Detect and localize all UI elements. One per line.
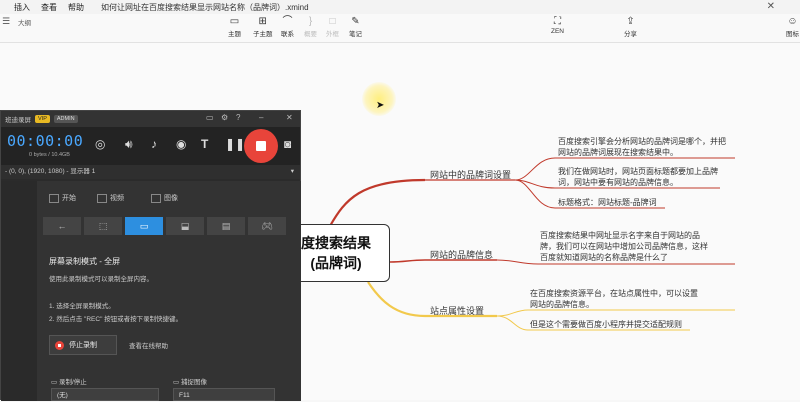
b3-child-1-line-1: 在百度搜索资源平台，在站点属性中，可以设置 <box>530 289 698 298</box>
b3-child-2[interactable]: 但是这个需要做百度小程序并提交适配规则 <box>530 319 682 330</box>
b1-child-2[interactable]: 我们在做网站时，网站页面标题都要加上品牌 词，网站中要有网站的品牌信息。 <box>558 166 718 188</box>
b1-child-1[interactable]: 百度搜索引擎会分析网站的品牌词是哪个，并把 网站的品牌词展现在搜索结果中。 <box>558 136 726 158</box>
hotkey-label-text: 录制/停止 <box>58 379 87 386</box>
b2-child-1-line-3: 百度就知道网站的名称品牌是什么了 <box>540 253 668 262</box>
capture-label-text: 捕捉图像 <box>180 379 207 386</box>
b1-child-2-line-1: 我们在做网站时，网站页面标题都要加上品牌 <box>558 167 718 176</box>
b1-child-3-line-1: 标题格式：网站标题-品牌词 <box>558 198 657 207</box>
b1-child-1-line-2: 网站的品牌词展现在搜索结果中。 <box>558 148 678 157</box>
home-icon <box>49 193 59 203</box>
folder-icon[interactable]: ▭ <box>206 113 214 122</box>
mode-description: 使用此录制模式可以录制全屏内容。 <box>49 276 153 283</box>
help-icon[interactable]: ? <box>236 113 240 122</box>
back-arrow-icon[interactable]: ← <box>43 217 81 235</box>
b3-child-1-line-2: 网站的品牌信息。 <box>530 300 594 309</box>
b2-child-1-line-2: 牌，我们可以在网站中增加公司品牌信息，这样 <box>540 242 708 251</box>
tab-video-label: 视频 <box>110 195 124 202</box>
video-icon <box>97 193 107 203</box>
tab-image[interactable]: 图像 <box>151 193 178 203</box>
game-mode-icon[interactable]: 🎮︎ <box>248 217 286 235</box>
recorder-control-bar: 00:00:00 0 bytes / 10.4GB ◎ 🔊︎ ♪ ◉ T ❚❚ … <box>1 127 300 165</box>
branch-1-topic[interactable]: 网站中的品牌词设置 <box>430 168 511 181</box>
webcam-icon[interactable]: ◎ <box>95 137 105 151</box>
region-mode-icon[interactable]: ⬚ <box>84 217 122 235</box>
recorder-app-name: 班迪录屏 <box>5 117 31 124</box>
recorder-side-strip <box>1 181 37 401</box>
image-icon <box>151 193 161 203</box>
b1-child-3[interactable]: 标题格式：网站标题-品牌词 <box>558 197 657 208</box>
connector-branch-1 <box>329 178 426 227</box>
capture-hotkey-field[interactable]: F11 <box>173 388 275 401</box>
device-mode-icon[interactable]: ▤ <box>207 217 245 235</box>
b3-child-2-line-1: 但是这个需要做百度小程序并提交适配规则 <box>530 320 682 329</box>
hotkey-label: ▭ 录制/停止 <box>51 379 87 386</box>
mouse-effect-icon[interactable]: ◉ <box>176 137 186 151</box>
capture-region-info[interactable]: - (0, 0), (1920, 1080) - 显示器 1 ▾ <box>1 165 300 179</box>
tab-image-label: 图像 <box>164 195 178 202</box>
online-help-link[interactable]: 查看在线帮助 <box>129 340 168 350</box>
chevron-down-icon[interactable]: ▾ <box>291 165 294 179</box>
stop-record-icon[interactable] <box>244 129 278 163</box>
speaker-icon[interactable]: 🔊︎ <box>125 137 133 152</box>
step-2: 2. 然后点击 "REC" 按钮或者按下录制快捷键。 <box>49 316 183 323</box>
b3-child-1[interactable]: 在百度搜索资源平台，在站点属性中，可以设置 网站的品牌信息。 <box>530 288 698 310</box>
tab-start-label: 开始 <box>62 195 76 202</box>
text-overlay-icon[interactable]: T <box>201 137 208 151</box>
stop-recording-label: 停止录制 <box>69 342 97 349</box>
recorder-window: 班迪录屏 VIP ADMIN ▭ ⚙ ? – ✕ 00:00:00 0 byte… <box>0 110 301 401</box>
minimize-icon[interactable]: – <box>259 113 263 122</box>
mouse-cursor-icon: ➤ <box>376 100 385 111</box>
connector-b3-child-1 <box>496 309 735 317</box>
camera-icon[interactable]: ◙ <box>284 137 291 151</box>
stop-recording-button[interactable]: 停止录制 <box>49 335 117 355</box>
pause-icon[interactable]: ❚❚ <box>225 137 245 151</box>
branch-3-topic[interactable]: 站点属性设置 <box>430 304 484 317</box>
recorder-close-icon[interactable]: ✕ <box>286 113 293 122</box>
recorder-title-bar[interactable]: 班迪录屏 VIP ADMIN ▭ ⚙ ? – ✕ <box>1 111 300 127</box>
recording-timer: 00:00:00 <box>7 132 84 150</box>
b2-child-1[interactable]: 百度搜索结果中网址显示名字来自于网站的品 牌，我们可以在网站中增加公司品牌信息，… <box>540 230 708 263</box>
b1-child-1-line-1: 百度搜索引擎会分析网站的品牌词是哪个，并把 <box>558 137 726 146</box>
recorder-panel <box>37 181 301 401</box>
around-mouse-mode-icon[interactable]: ⬓ <box>166 217 204 235</box>
mode-selector: ← ⬚ ▭ ⬓ ▤ 🎮︎ <box>43 217 289 235</box>
tab-video[interactable]: 视频 <box>97 193 124 203</box>
recording-size: 0 bytes / 10.4GB <box>29 152 70 158</box>
mode-title: 屏幕录制模式 - 全屏 <box>49 257 121 266</box>
microphone-icon[interactable]: ♪ <box>151 137 157 151</box>
settings-icon[interactable]: ⚙ <box>221 113 228 122</box>
capture-region-text: - (0, 0), (1920, 1080) - 显示器 1 <box>5 168 96 175</box>
hotkey-field[interactable]: (无) <box>51 388 159 401</box>
branch-2-topic[interactable]: 网站的品牌信息 <box>430 248 493 261</box>
tab-start[interactable]: 开始 <box>49 193 76 203</box>
stop-icon <box>55 340 64 350</box>
step-1: 1. 选择全屏录制模式。 <box>49 303 115 310</box>
admin-badge: ADMIN <box>53 115 78 123</box>
vip-badge: VIP <box>35 115 50 123</box>
b2-child-1-line-1: 百度搜索结果中网址显示名字来自于网站的品 <box>540 231 700 240</box>
b1-child-2-line-2: 词，网站中要有网站的品牌信息。 <box>558 178 678 187</box>
fullscreen-mode-icon[interactable]: ▭ <box>125 217 163 235</box>
capture-label: ▭ 捕捉图像 <box>173 379 207 386</box>
